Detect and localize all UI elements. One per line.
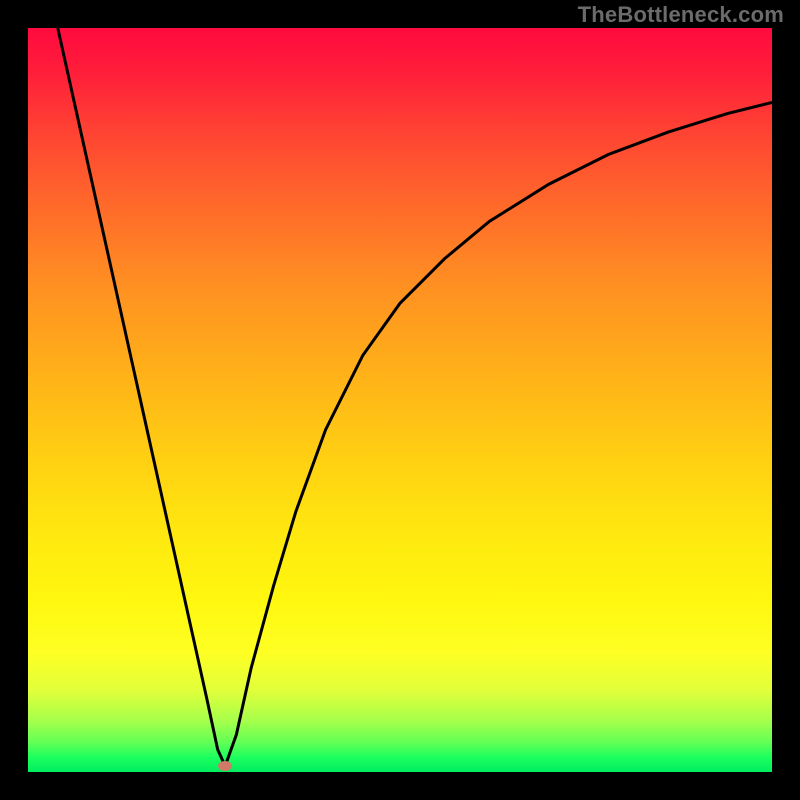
bottleneck-curve [28,28,772,772]
plot-area [28,28,772,772]
watermark-label: TheBottleneck.com [578,2,784,28]
chart-frame: TheBottleneck.com [0,0,800,800]
minimum-marker [218,761,232,771]
